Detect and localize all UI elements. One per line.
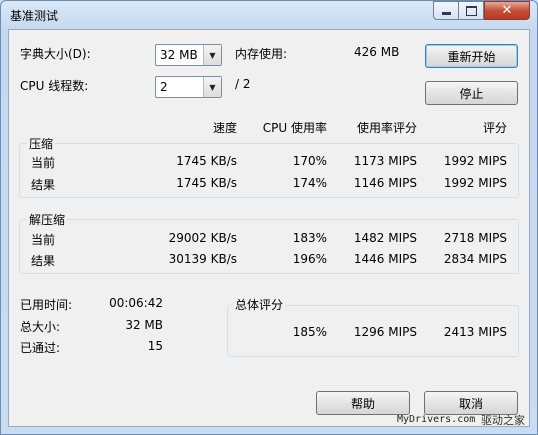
chevron-down-icon: ▼: [203, 45, 221, 65]
cpu-usage-value: 170%: [292, 154, 327, 168]
cpu-usage-value: 183%: [292, 231, 327, 245]
watermark-brand: 驱动之家: [481, 414, 525, 427]
total-size-label: 总大小:: [20, 320, 61, 334]
cancel-button-label: 取消: [458, 396, 483, 411]
maximize-icon: [465, 5, 477, 16]
watermark-site: MyDrivers.com: [397, 414, 476, 425]
chevron-down-icon: ▼: [203, 77, 221, 97]
minimize-button[interactable]: [433, 1, 459, 20]
minimize-icon: [441, 11, 451, 15]
cpu-usage-value: 174%: [292, 176, 327, 190]
rating-usage-value: 1146 MIPS: [353, 176, 417, 190]
dict-size-value: 32 MB: [160, 48, 198, 62]
close-icon: ✕: [501, 3, 513, 18]
cpu-usage-value: 196%: [292, 252, 327, 266]
column-header-rating: 评分: [482, 121, 507, 135]
overall-rating-value: 2413 MIPS: [443, 325, 507, 339]
overall-rating-usage-value: 1296 MIPS: [353, 325, 417, 339]
speed-value: 1745 KB/s: [176, 154, 237, 168]
dict-size-label: 字典大小(D):: [20, 47, 91, 61]
maximize-button[interactable]: [459, 1, 484, 20]
column-header-cpu-usage: CPU 使用率: [262, 121, 327, 135]
benchmark-window: 基准测试 ✕ 字典大小(D): 32 MB ▼ 内存使用: 426 MB CPU…: [0, 0, 538, 435]
window-title: 基准测试: [10, 9, 59, 23]
passes-label: 已通过:: [20, 341, 61, 355]
stop-button-label: 停止: [459, 86, 484, 101]
column-header-speed: 速度: [212, 121, 237, 135]
cpu-threads-select[interactable]: 2 ▼: [155, 76, 222, 98]
speed-value: 30139 KB/s: [168, 252, 237, 266]
restart-button-label: 重新开始: [447, 49, 496, 64]
help-button[interactable]: 帮助: [316, 391, 410, 415]
speed-value: 29002 KB/s: [168, 231, 237, 245]
row-name: 结果: [31, 254, 56, 268]
help-button-label: 帮助: [350, 396, 375, 411]
dict-size-select[interactable]: 32 MB ▼: [155, 44, 222, 66]
cpu-threads-total: / 2: [235, 77, 251, 91]
overall-rating-label: 总体评分: [233, 296, 286, 313]
rating-value: 2834 MIPS: [443, 252, 507, 266]
rating-usage-value: 1173 MIPS: [353, 154, 417, 168]
elapsed-time-value: 00:06:42: [109, 296, 163, 310]
row-name: 当前: [31, 233, 56, 247]
memory-usage-label: 内存使用:: [235, 47, 288, 61]
cpu-threads-value: 2: [160, 80, 168, 94]
title-bar[interactable]: 基准测试 ✕: [1, 1, 537, 29]
speed-value: 1745 KB/s: [176, 176, 237, 190]
rating-value: 1992 MIPS: [443, 154, 507, 168]
dialog-body: 字典大小(D): 32 MB ▼ 内存使用: 426 MB CPU 线程数: 2…: [8, 29, 530, 427]
cpu-threads-label: CPU 线程数:: [20, 79, 89, 93]
rating-value: 2718 MIPS: [443, 231, 507, 245]
passes-value: 15: [147, 339, 163, 353]
rating-value: 1992 MIPS: [443, 176, 507, 190]
decompress-group-label: 解压缩: [27, 211, 68, 228]
row-name: 当前: [31, 156, 56, 170]
rating-usage-value: 1482 MIPS: [353, 231, 417, 245]
column-header-rating-usage: 使用率评分: [356, 121, 417, 135]
memory-usage-value: 426 MB: [354, 45, 400, 59]
compress-group-label: 压缩: [27, 135, 56, 152]
close-button[interactable]: ✕: [484, 1, 530, 20]
elapsed-time-label: 已用时间:: [20, 298, 73, 312]
overall-cpu-usage-value: 185%: [292, 325, 327, 339]
restart-button[interactable]: 重新开始: [425, 44, 518, 68]
row-name: 结果: [31, 178, 56, 192]
total-size-value: 32 MB: [125, 318, 163, 332]
stop-button[interactable]: 停止: [425, 81, 518, 105]
rating-usage-value: 1446 MIPS: [353, 252, 417, 266]
